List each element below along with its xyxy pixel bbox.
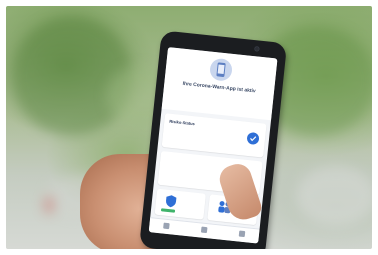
- app-title: Ihre Corona-Warn-App ist aktiv: [182, 80, 256, 95]
- shield-card[interactable]: [154, 188, 206, 220]
- risk-status-card[interactable]: Risiko-Status: [161, 113, 267, 158]
- nav-diary-icon[interactable]: [200, 226, 208, 234]
- phone-user-icon: [208, 57, 234, 82]
- nav-home-icon[interactable]: [163, 222, 170, 230]
- camera-icon: [254, 46, 260, 52]
- smartphone: Ihre Corona-Warn-App ist aktiv Risiko-St…: [139, 30, 288, 249]
- card-subtitle: [169, 126, 231, 132]
- check-icon: [246, 131, 260, 146]
- card-title: Risiko-Status: [169, 118, 196, 127]
- status-indicator: [160, 208, 176, 213]
- shield-icon: [166, 195, 177, 208]
- background-photo: Ihre Corona-Warn-App ist aktiv Risiko-St…: [6, 6, 372, 249]
- app-header: Ihre Corona-Warn-App ist aktiv: [161, 47, 278, 121]
- card-subtitle: [165, 163, 227, 169]
- nav-status-icon[interactable]: [238, 230, 246, 238]
